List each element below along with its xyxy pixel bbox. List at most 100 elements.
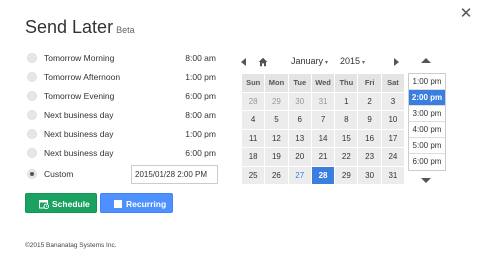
month-select[interactable]: January ▾ (291, 56, 328, 66)
calendar-day[interactable]: 31 (310, 91, 336, 111)
option-label: Tomorrow Evening (44, 91, 115, 101)
calendar-day[interactable]: 18 (240, 147, 266, 167)
option-next-business-day-morning[interactable]: Next business day 8:00 am (26, 107, 222, 125)
time-option[interactable]: 5:00 pm (409, 138, 445, 154)
calendar-day[interactable]: 16 (357, 128, 382, 148)
option-time: 8:00 am (185, 110, 216, 120)
calendar-day[interactable]: 15 (334, 128, 359, 148)
option-time: 1:00 pm (185, 129, 216, 139)
calendar-day[interactable]: 5 (264, 110, 289, 130)
option-tomorrow-morning[interactable]: Tomorrow Morning 8:00 am (26, 50, 222, 68)
prev-month-arrow-icon[interactable] (241, 58, 246, 66)
calendar-clock-icon (39, 200, 49, 209)
calendar-day[interactable]: 3 (380, 91, 406, 111)
radio-icon[interactable] (27, 148, 37, 158)
option-tomorrow-evening[interactable]: Tomorrow Evening 6:00 pm (26, 88, 222, 106)
calendar-day[interactable]: 31 (380, 165, 406, 185)
calendar-day[interactable]: 30 (287, 91, 312, 111)
scroll-down-arrow-icon[interactable] (421, 178, 431, 183)
calendar-day[interactable]: 10 (380, 110, 406, 130)
month-label: January (291, 56, 324, 66)
calendar-day[interactable]: 8 (334, 110, 359, 130)
calendar-day[interactable]: 28 (240, 91, 266, 111)
time-option[interactable]: 1:00 pm (409, 74, 445, 90)
option-next-business-day-afternoon[interactable]: Next business day 1:00 pm (26, 126, 222, 144)
option-time: 8:00 am (185, 53, 216, 63)
recurring-button[interactable]: Recurring (100, 193, 173, 213)
option-label: Tomorrow Morning (44, 53, 115, 63)
weekday-header-row: Sun Mon Tue Wed Thu Fri Sat (240, 73, 406, 93)
calendar-day[interactable]: 13 (287, 128, 312, 148)
calendar-day[interactable]: 9 (357, 110, 382, 130)
option-time: 6:00 pm (185, 91, 216, 101)
chevron-down-icon: ▾ (325, 60, 329, 66)
calendar-week-row: 28 29 30 31 1 2 3 (240, 91, 406, 111)
dialog-title: Send Later Beta (25, 17, 135, 38)
calendar-day[interactable]: 2 (357, 91, 382, 111)
radio-icon-selected[interactable] (27, 169, 37, 179)
option-label: Next business day (44, 129, 114, 139)
calendar-day[interactable]: 7 (310, 110, 336, 130)
home-icon[interactable] (258, 57, 268, 67)
radio-icon[interactable] (27, 110, 37, 120)
calendar-day[interactable]: 12 (264, 128, 289, 148)
option-next-business-day-evening[interactable]: Next business day 6:00 pm (26, 145, 222, 163)
calendar-day[interactable]: 22 (334, 147, 359, 167)
radio-icon[interactable] (27, 53, 37, 63)
calendar-day[interactable]: 29 (334, 165, 359, 185)
option-label: Next business day (44, 148, 114, 158)
weekday-header: Sun (240, 73, 266, 93)
year-label: 2015 (340, 56, 361, 66)
time-option[interactable]: 4:00 pm (409, 122, 445, 138)
calendar-day[interactable]: 24 (380, 147, 406, 167)
radio-icon[interactable] (27, 129, 37, 139)
close-icon[interactable]: ✕ (458, 6, 474, 22)
calendar-day[interactable]: 23 (357, 147, 382, 167)
schedule-label: Schedule (52, 199, 90, 209)
schedule-button[interactable]: Schedule (25, 193, 97, 213)
calendar-day[interactable]: 29 (264, 91, 289, 111)
calendar-day[interactable]: 6 (287, 110, 312, 130)
calendar-day[interactable]: 30 (357, 165, 382, 185)
calendar-week-row: 18 19 20 21 22 23 24 (240, 147, 406, 167)
calendar-day[interactable]: 14 (310, 128, 336, 148)
calendar-day-selected[interactable]: 28 (310, 165, 336, 185)
calendar-grid: Sun Mon Tue Wed Thu Fri Sat 28 29 30 31 … (240, 73, 406, 185)
calendar-day[interactable]: 19 (264, 147, 289, 167)
calendar-day[interactable]: 26 (264, 165, 289, 185)
footer-copyright: ©2015 Bananatag Systems Inc. (25, 242, 117, 249)
year-select[interactable]: 2015 ▾ (340, 56, 365, 66)
option-label: Tomorrow Afternoon (44, 72, 121, 82)
calendar-day[interactable]: 21 (310, 147, 336, 167)
calendar-day[interactable]: 25 (240, 165, 266, 185)
time-list: 1:00 pm 2:00 pm 3:00 pm 4:00 pm 5:00 pm … (408, 73, 446, 171)
option-tomorrow-afternoon[interactable]: Tomorrow Afternoon 1:00 pm (26, 69, 222, 87)
calendar-day[interactable]: 1 (334, 91, 359, 111)
radio-icon[interactable] (27, 91, 37, 101)
weekday-header: Thu (334, 73, 359, 93)
next-month-arrow-icon[interactable] (394, 58, 399, 66)
time-option[interactable]: 6:00 pm (409, 154, 445, 170)
radio-icon[interactable] (27, 72, 37, 82)
time-option[interactable]: 3:00 pm (409, 106, 445, 122)
calendar-day[interactable]: 11 (240, 128, 266, 148)
calendar-week-row: 11 12 13 14 15 16 17 (240, 128, 406, 148)
beta-badge: Beta (116, 25, 135, 35)
scroll-up-arrow-icon[interactable] (421, 58, 431, 63)
time-option-selected[interactable]: 2:00 pm (409, 90, 445, 106)
chevron-down-icon: ▾ (362, 60, 366, 66)
option-time: 6:00 pm (185, 148, 216, 158)
option-custom[interactable]: Custom (26, 165, 222, 184)
recurring-icon (114, 200, 122, 208)
send-later-dialog: ✕ Send Later Beta Tomorrow Morning 8:00 a… (0, 0, 480, 272)
weekday-header: Fri (357, 73, 382, 93)
weekday-header: Tue (287, 73, 312, 93)
calendar-week-row: 25 26 27 28 29 30 31 (240, 165, 406, 185)
calendar-day[interactable]: 17 (380, 128, 406, 148)
calendar-day[interactable]: 20 (287, 147, 312, 167)
calendar-day[interactable]: 4 (240, 110, 266, 130)
custom-datetime-input[interactable] (131, 165, 218, 184)
option-label: Custom (44, 169, 74, 179)
option-label: Next business day (44, 110, 114, 120)
calendar-day-today[interactable]: 27 (287, 165, 312, 185)
